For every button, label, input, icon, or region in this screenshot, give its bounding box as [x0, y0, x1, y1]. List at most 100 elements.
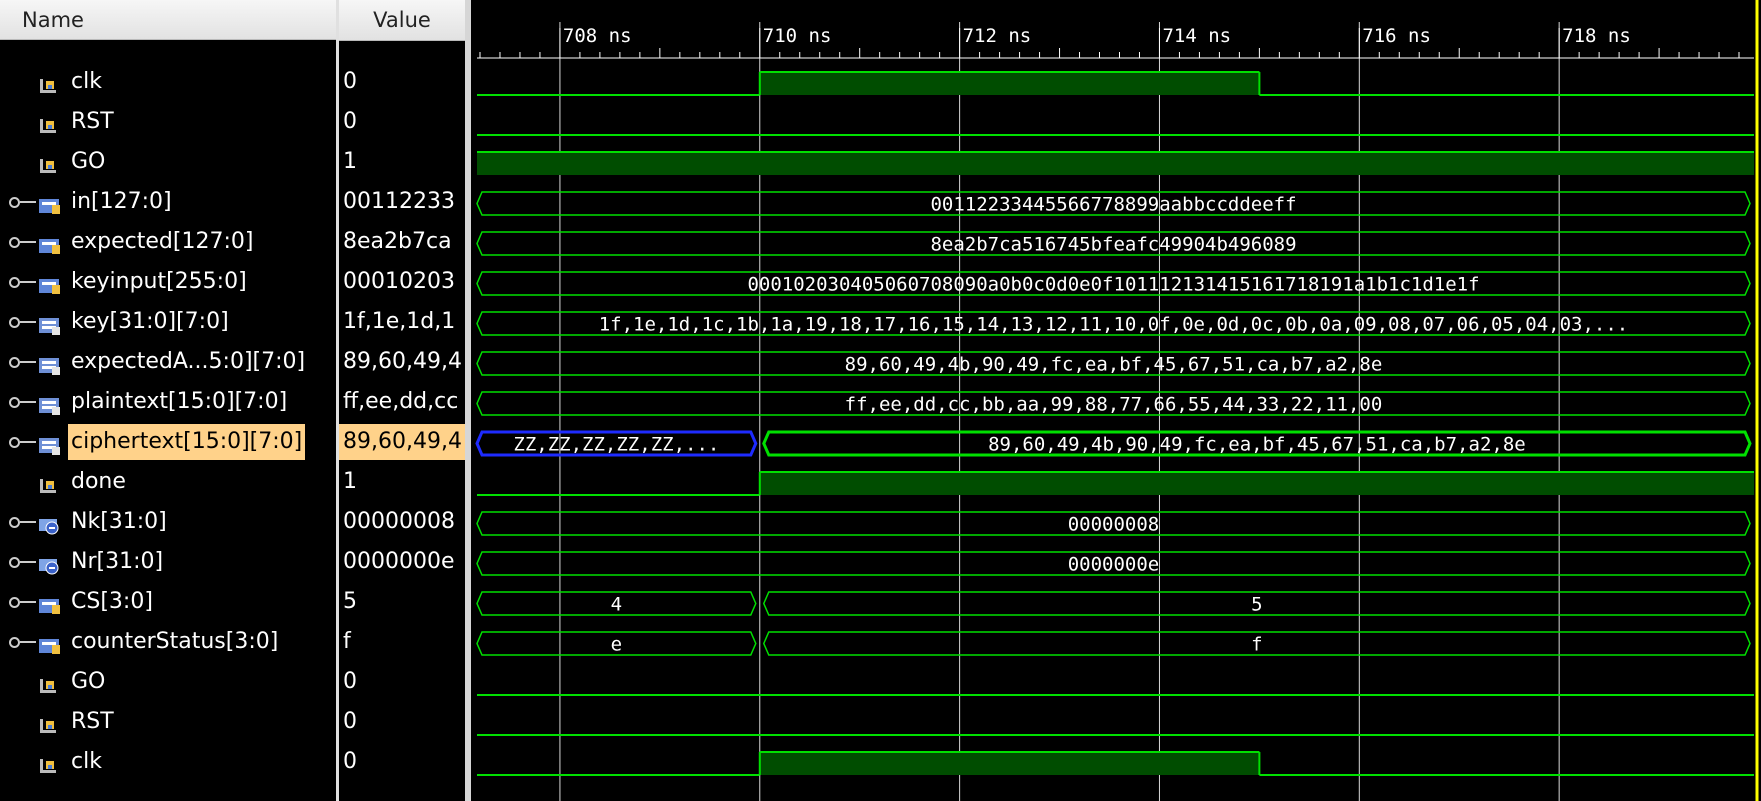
tree-connector	[20, 361, 36, 363]
waveform-high-fill	[759, 472, 1754, 495]
time-tick-label: 710 ns	[763, 25, 832, 47]
bus-value-text: 00000008	[1068, 514, 1160, 536]
parameter-icon	[38, 551, 62, 575]
signal-row-nr-31-0[interactable]: Nr[31:0]	[0, 542, 336, 582]
time-tick-label: 708 ns	[563, 25, 632, 47]
time-tick-label: 716 ns	[1362, 25, 1431, 47]
signal-name: GO	[71, 149, 106, 174]
signal-name: plaintext[15:0][7:0]	[71, 389, 288, 414]
signal-value: 8ea2b7ca	[343, 229, 452, 254]
bus-value-text: 89,60,49,4b,90,49,fc,ea,bf,45,67,51,ca,b…	[845, 354, 1383, 376]
signal-row-in-127-0[interactable]: in[127:0]	[0, 182, 336, 222]
tree-connector	[20, 641, 36, 643]
bus-value-text: ZZ,ZZ,ZZ,ZZ,ZZ,...	[513, 434, 719, 456]
expand-toggle-icon[interactable]	[9, 557, 20, 568]
expand-toggle-icon[interactable]	[9, 397, 20, 408]
signal-value: 1	[343, 469, 357, 494]
expand-toggle-icon[interactable]	[9, 517, 20, 528]
bus-signal-icon	[38, 591, 62, 614]
tree-connector	[20, 441, 36, 443]
tree-connector	[20, 201, 36, 203]
signal-value: 00112233	[343, 189, 455, 214]
tree-connector	[20, 241, 36, 243]
bus-value-text: 0000000e	[1068, 554, 1160, 576]
bus-signal-icon	[38, 191, 62, 214]
tree-connector	[20, 561, 36, 563]
tree-connector	[20, 281, 36, 283]
signal-name: clk	[71, 749, 102, 774]
signal-row-go[interactable]: GO	[0, 662, 336, 702]
signal-row-counterstatus-3-0[interactable]: counterStatus[3:0]	[0, 622, 336, 662]
expand-toggle-icon[interactable]	[9, 197, 20, 208]
signal-row-key-31-0-7-0[interactable]: key[31:0][7:0]	[0, 302, 336, 342]
signal-value: 0	[343, 749, 357, 774]
waveform-pane[interactable]: 708 ns 710 ns 712 ns 714 ns 716 ns 718 ns 0011…	[471, 0, 1761, 801]
signal-row-done[interactable]: done	[0, 462, 336, 502]
signal-value: 00010203	[343, 269, 455, 294]
signal-row-plaintext-15-0-7-0[interactable]: plaintext[15:0][7:0]	[0, 382, 336, 422]
name-column-header[interactable]: Name	[0, 0, 336, 40]
signal-row-keyinput-255-0[interactable]: keyinput[255:0]	[0, 262, 336, 302]
time-tick-label: 718 ns	[1562, 25, 1631, 47]
signal-row-cs-3-0[interactable]: CS[3:0]	[0, 582, 336, 622]
signal-value: f	[343, 629, 351, 654]
bit-signal-icon	[38, 671, 62, 693]
signal-name: CS[3:0]	[71, 589, 153, 614]
signal-name: counterStatus[3:0]	[71, 629, 279, 654]
expand-toggle-icon[interactable]	[9, 637, 20, 648]
bit-signal-icon	[38, 751, 62, 773]
signal-name: ciphertext[15:0][7:0]	[68, 424, 306, 460]
signal-value: 89,60,49,4	[339, 424, 465, 460]
signal-value-pane: 0 0 1 00112233 8ea2b7ca 00010203 1f,1e,1d,1 89,…	[339, 0, 465, 801]
bus-value-text: 000102030405060708090a0b0c0d0e0f10111213…	[747, 274, 1479, 296]
signal-value: 1f,1e,1d,1	[343, 309, 456, 334]
expand-toggle-icon[interactable]	[9, 237, 20, 248]
tree-connector	[20, 601, 36, 603]
array-signal-icon	[38, 391, 62, 415]
expand-toggle-icon[interactable]	[9, 277, 20, 288]
waveform-high-fill	[759, 72, 1260, 95]
signal-name: key[31:0][7:0]	[71, 309, 229, 334]
bus-value-text: e	[611, 634, 622, 656]
bus-value-text: ff,ee,dd,cc,bb,aa,99,88,77,66,55,44,33,2…	[845, 394, 1383, 416]
expand-toggle-icon[interactable]	[9, 317, 20, 328]
signal-row-expecteda-5-0-7-0[interactable]: expectedA...5:0][7:0]	[0, 342, 336, 382]
expand-toggle-icon[interactable]	[9, 597, 20, 608]
waveform-high-fill	[477, 152, 1754, 175]
bit-signal-icon	[38, 471, 62, 493]
waveform-high-fill	[759, 752, 1260, 775]
signal-name: clk	[71, 69, 102, 94]
signal-row-expected-127-0[interactable]: expected[127:0]	[0, 222, 336, 262]
bus-value-text: 4	[611, 594, 622, 616]
signal-name: in[127:0]	[71, 189, 172, 214]
signal-row-rst[interactable]: RST	[0, 702, 336, 742]
signal-value: 0	[343, 109, 357, 134]
expand-toggle-icon[interactable]	[9, 357, 20, 368]
bus-value-text: 1f,1e,1d,1c,1b,1a,19,18,17,16,15,14,13,1…	[599, 314, 1629, 336]
signal-row-go[interactable]: GO	[0, 142, 336, 182]
time-tick-label: 714 ns	[1162, 25, 1231, 47]
signal-name: expectedA...5:0][7:0]	[71, 349, 306, 374]
bus-value-text: 00112233445566778899aabbccddeeff	[930, 194, 1296, 216]
bus-value-text: 5	[1251, 594, 1262, 616]
expand-toggle-icon[interactable]	[9, 437, 20, 448]
tree-connector	[20, 401, 36, 403]
array-signal-icon	[38, 311, 62, 335]
bus-signal-icon	[38, 631, 62, 654]
signal-name: RST	[71, 709, 114, 734]
signal-name: expected[127:0]	[71, 229, 254, 254]
bus-value-text: 89,60,49,4b,90,49,fc,ea,bf,45,67,51,ca,b…	[988, 434, 1526, 456]
signal-row-clk[interactable]: clk	[0, 742, 336, 782]
signal-row-ciphertext-15-0-7-0[interactable]: ciphertext[15:0][7:0]	[0, 422, 336, 462]
signal-value: 89,60,49,4	[343, 349, 462, 374]
signal-row-nk-31-0[interactable]: Nk[31:0]	[0, 502, 336, 542]
parameter-icon	[38, 511, 62, 535]
value-column-header[interactable]: Value	[339, 0, 465, 41]
bus-signal-icon	[38, 271, 62, 294]
signal-row-rst[interactable]: RST	[0, 102, 336, 142]
signal-value: 0	[343, 709, 357, 734]
signal-row-clk[interactable]: clk	[0, 62, 336, 102]
array-signal-icon	[38, 351, 62, 375]
array-signal-icon	[38, 431, 62, 455]
tree-connector	[20, 321, 36, 323]
